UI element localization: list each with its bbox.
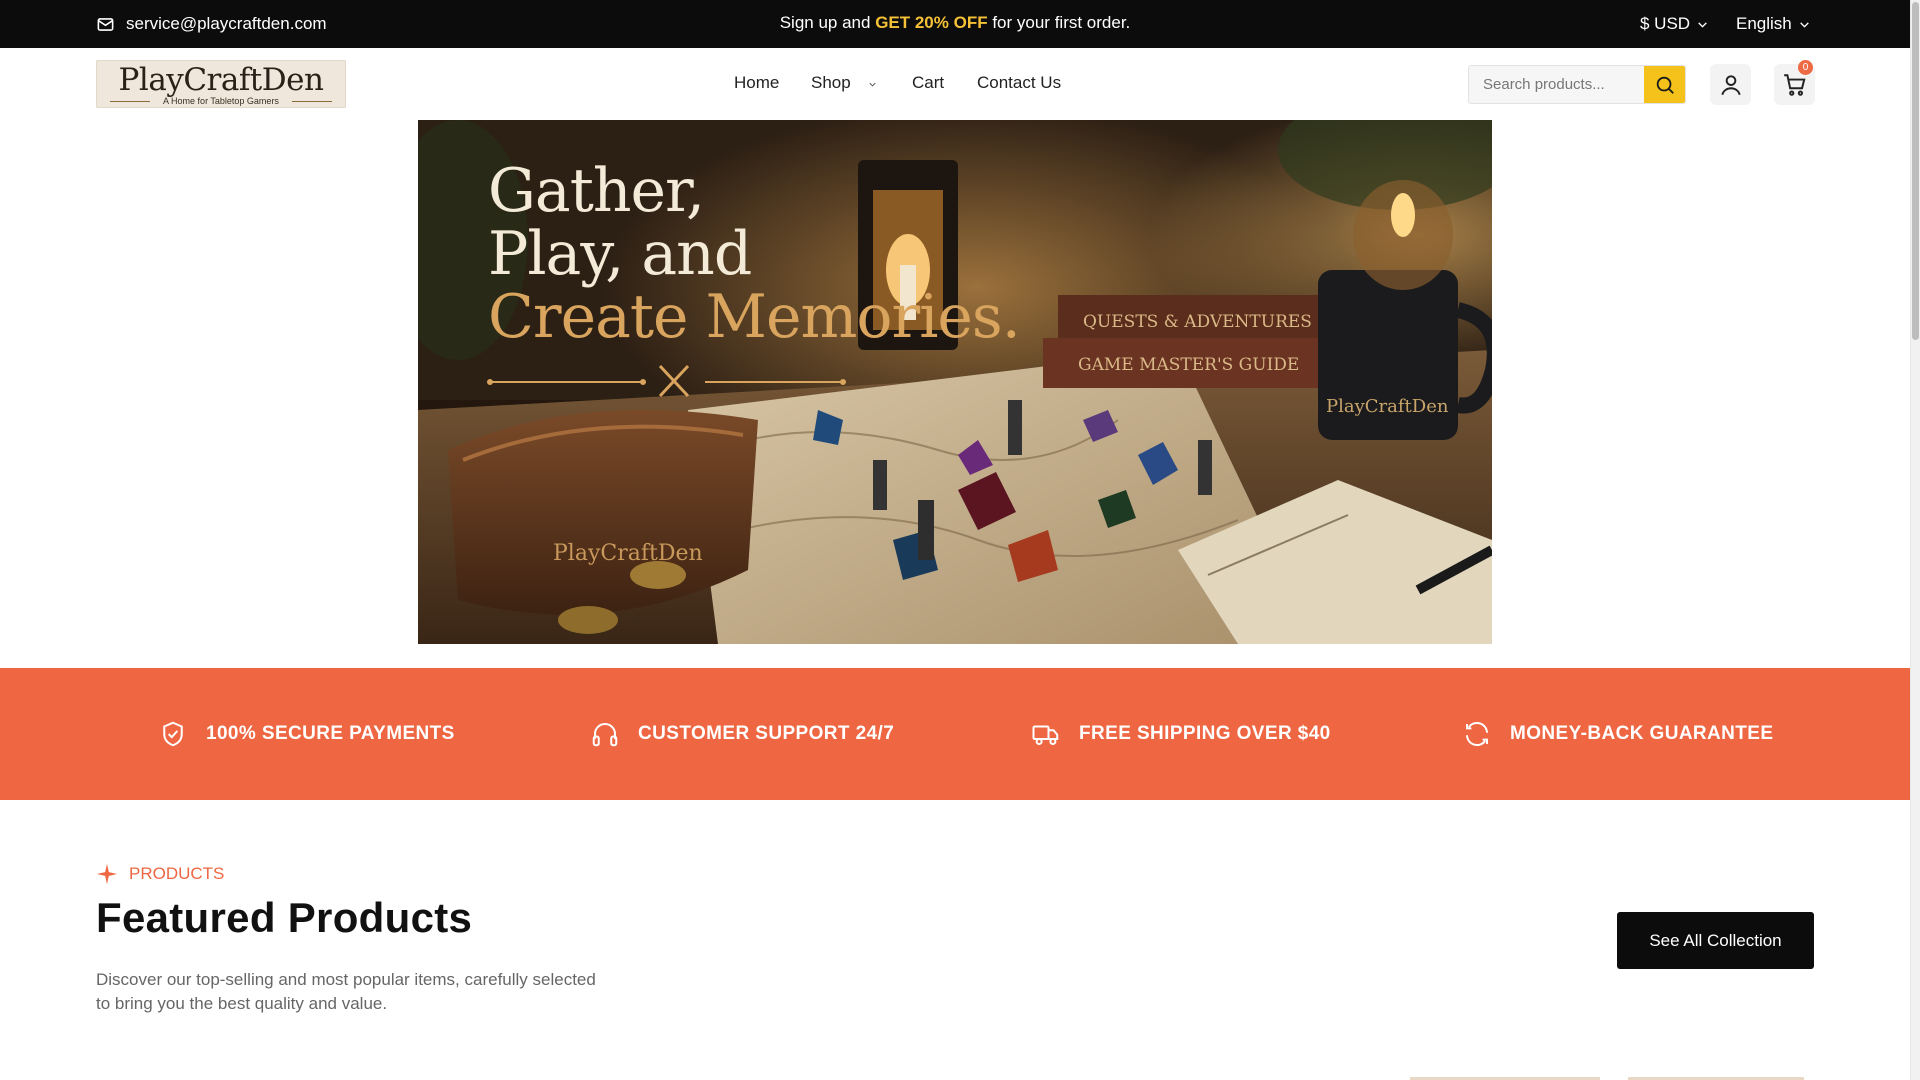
feature-money-back: MONEY-BACK GUARANTEE: [1462, 668, 1773, 800]
description-line-1: Discover our top-selling and most popula…: [96, 970, 596, 989]
refresh-icon: [1466, 721, 1488, 747]
mail-icon: [97, 17, 114, 31]
nav-home[interactable]: Home: [734, 73, 779, 93]
user-icon: [1720, 74, 1741, 95]
see-all-collection-button[interactable]: See All Collection: [1617, 912, 1814, 969]
cart-count-badge: 0: [1798, 60, 1813, 75]
site-logo[interactable]: PlayCraftDen A Home for Tabletop Gamers: [96, 60, 346, 108]
hero-line-2: Play, and: [488, 219, 752, 289]
contact-email-text: service@playcraftden.com: [126, 14, 327, 33]
account-button[interactable]: [1710, 64, 1751, 105]
headphones-icon: [592, 723, 618, 747]
section-tag: PRODUCTS: [96, 863, 224, 885]
language-label: English: [1736, 14, 1792, 33]
search-box: [1468, 65, 1686, 104]
features-strip: 100% SECURE PAYMENTS CUSTOMER SUPPORT 24…: [0, 668, 1910, 800]
section-description: Discover our top-selling and most popula…: [96, 968, 636, 1016]
search-icon: [1656, 76, 1674, 94]
contact-email[interactable]: service@playcraftden.com: [96, 0, 327, 48]
feature-label: FREE SHIPPING OVER $40: [1079, 723, 1331, 744]
cart-button[interactable]: 0: [1774, 60, 1815, 105]
hero-line-3: Create Memories.: [488, 282, 1021, 352]
truck-icon: [1032, 725, 1059, 745]
description-line-2: to bring you the best quality and value.: [96, 994, 388, 1013]
currency-selector[interactable]: $ USD: [1640, 0, 1709, 48]
language-selector[interactable]: English: [1736, 0, 1811, 48]
book-title-1: QUESTS & ADVENTURES: [1083, 312, 1312, 332]
book-title-2: GAME MASTER'S GUIDE: [1078, 355, 1299, 375]
feature-label: 100% SECURE PAYMENTS: [206, 723, 455, 744]
chevron-down-icon[interactable]: [867, 79, 878, 90]
chevron-down-icon: [1698, 21, 1707, 28]
logo-title: PlayCraftDen: [118, 62, 324, 98]
nav-cart[interactable]: Cart: [912, 73, 944, 93]
hero-headline: Gather, Play, and Create Memories.: [488, 156, 1021, 352]
section-title: Featured Products: [96, 894, 473, 941]
page-scrollbar[interactable]: [1910, 0, 1920, 1080]
nav-contact-us[interactable]: Contact Us: [977, 73, 1061, 93]
feature-secure-payments: 100% SECURE PAYMENTS: [158, 668, 455, 800]
sparkle-icon: [96, 863, 118, 885]
shield-check-icon: [163, 721, 183, 747]
chevron-down-icon: [1799, 21, 1809, 28]
promo-text-before: Sign up and: [779, 13, 876, 32]
logo-divider: [292, 101, 332, 102]
hero-banner[interactable]: QUESTS & ADVENTURES GAME MASTER'S GUIDE …: [418, 120, 1492, 644]
feature-customer-support: CUSTOMER SUPPORT 24/7: [590, 668, 894, 800]
tray-brand: PlayCraftDen: [553, 541, 703, 566]
promo-highlight: GET 20% OFF: [875, 13, 988, 32]
top-announcement-bar: service@playcraftden.com Sign up and GET…: [0, 0, 1910, 48]
scrollbar-thumb[interactable]: [1912, 2, 1919, 340]
search-input[interactable]: [1469, 66, 1647, 103]
promo-text-after: for your first order.: [987, 13, 1131, 32]
hero-line-1: Gather,: [488, 156, 705, 226]
section-tag-label: PRODUCTS: [129, 864, 225, 883]
nav-shop[interactable]: Shop: [811, 73, 851, 93]
shopping-cart-icon: [1783, 73, 1805, 96]
site-header: PlayCraftDen A Home for Tabletop Gamers …: [0, 48, 1910, 120]
feature-label: CUSTOMER SUPPORT 24/7: [638, 723, 895, 744]
mug-brand: PlayCraftDen: [1326, 396, 1449, 417]
currency-label: $ USD: [1640, 14, 1691, 33]
feature-label: MONEY-BACK GUARANTEE: [1510, 723, 1774, 744]
search-button[interactable]: [1644, 66, 1685, 103]
feature-free-shipping: FREE SHIPPING OVER $40: [1031, 668, 1331, 800]
